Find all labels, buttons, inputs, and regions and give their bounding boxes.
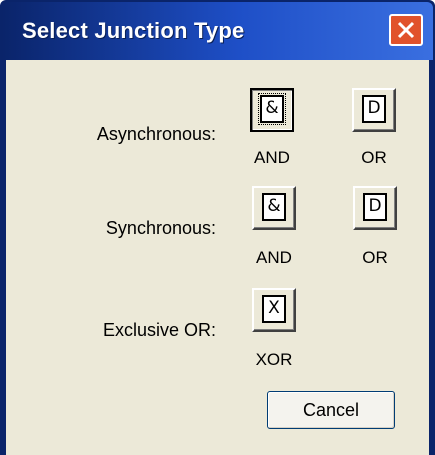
- synchronous-label: Synchronous:: [105, 218, 216, 238]
- close-button[interactable]: [389, 14, 423, 46]
- sync-or-caption: OR: [362, 248, 388, 267]
- title-bar[interactable]: Select Junction Type: [2, 2, 433, 60]
- cancel-button[interactable]: Cancel: [267, 391, 395, 429]
- or-gate-icon: D: [362, 95, 386, 123]
- xor-button[interactable]: X: [252, 288, 296, 332]
- sync-and-button[interactable]: &: [252, 186, 296, 230]
- and-gate-icon: &: [258, 93, 286, 125]
- or-gate-icon: D: [363, 193, 387, 221]
- async-or-button[interactable]: D: [352, 88, 396, 132]
- sync-and-caption: AND: [256, 248, 292, 267]
- dialog-body: Asynchronous: & AND D OR Synchronous: & …: [6, 60, 429, 455]
- xor-caption: XOR: [255, 350, 293, 369]
- window-title: Select Junction Type: [22, 18, 245, 43]
- select-junction-type-dialog: Select Junction Type Asynchronous: & AND…: [0, 0, 435, 455]
- async-and-caption: AND: [254, 148, 290, 167]
- asynchronous-label: Asynchronous:: [96, 124, 216, 144]
- xor-gate-icon: X: [262, 295, 286, 323]
- async-or-caption: OR: [361, 148, 387, 167]
- sync-or-button[interactable]: D: [353, 186, 397, 230]
- exclusive-or-label: Exclusive OR:: [102, 320, 216, 340]
- and-gate-icon: &: [262, 193, 286, 221]
- async-and-button[interactable]: &: [250, 88, 294, 132]
